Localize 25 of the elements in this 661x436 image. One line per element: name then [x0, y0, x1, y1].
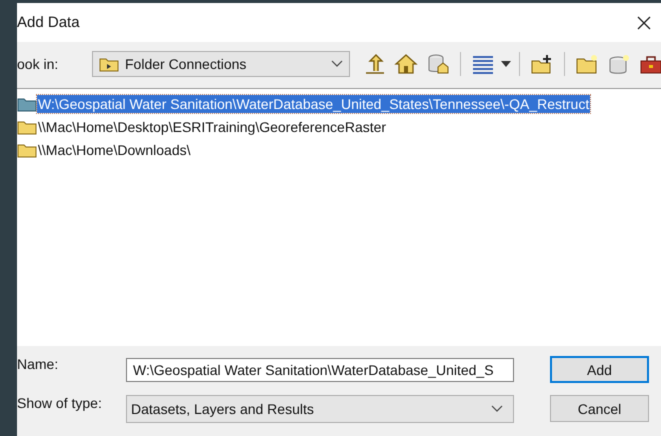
cancel-button[interactable]: Cancel [550, 395, 649, 422]
new-database-icon[interactable] [607, 53, 631, 75]
caret-icon[interactable] [501, 61, 511, 67]
close-icon[interactable] [637, 16, 651, 30]
show-of-type-label: Show of type: [17, 394, 103, 410]
add-button[interactable]: Add [550, 356, 649, 383]
list-view-icon[interactable] [471, 53, 495, 75]
folder-icon [99, 56, 119, 72]
chevron-icon [491, 404, 503, 412]
add-folder-connection-icon[interactable] [530, 53, 554, 75]
folder-icon [17, 96, 37, 112]
home-icon[interactable] [394, 53, 418, 75]
window-title: Add Data [17, 14, 80, 31]
look-in-label: ook in: [17, 56, 60, 72]
folder-icon [17, 118, 37, 134]
database-home-icon[interactable] [426, 53, 450, 75]
folder-connection-item[interactable]: \\Mac\Home\Desktop\ESRITraining\GeoreferenceRaster [17, 115, 661, 138]
folder-connection-item[interactable]: \\Mac\Home\Downloads\ [17, 138, 661, 161]
new-folder-icon[interactable] [575, 53, 599, 75]
show-of-type-dropdown[interactable]: Datasets, Layers and Results [126, 394, 514, 422]
chevron-icon [331, 60, 343, 68]
folder-icon [17, 142, 37, 158]
name-label: Name: [17, 356, 60, 372]
name-field[interactable]: W:\Geospatial Water Sanitation\WaterDatabase_United_S [126, 358, 514, 382]
look-in-dropdown[interactable]: Folder Connections [92, 51, 350, 77]
